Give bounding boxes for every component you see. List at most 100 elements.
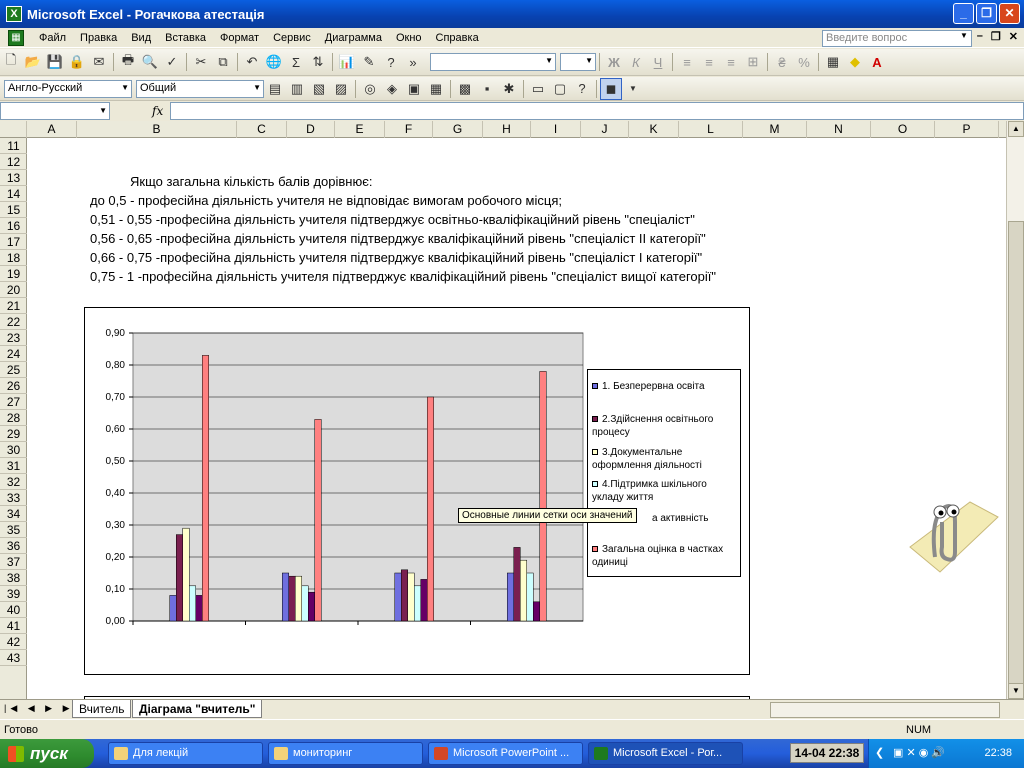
align-center-icon[interactable]: ≡ [698, 51, 720, 73]
row-header[interactable]: 42 [0, 634, 27, 650]
row-header[interactable]: 25 [0, 362, 27, 378]
menu-file[interactable]: Файл [32, 32, 73, 44]
permission-icon[interactable]: 🔒 [66, 51, 88, 73]
form-tool-icon-3[interactable]: ▧ [308, 78, 330, 100]
task-excel[interactable]: Microsoft Excel - Рог... [588, 742, 743, 765]
bold-icon[interactable]: Ж [603, 51, 625, 73]
toolbar-options-icon[interactable]: » [402, 51, 424, 73]
row-header[interactable]: 30 [0, 442, 27, 458]
office-assistant-icon[interactable] [900, 487, 1000, 577]
row-header[interactable]: 13 [0, 170, 27, 186]
column-header[interactable]: G [433, 121, 483, 138]
scroll-down-icon[interactable]: ▼ [1008, 683, 1024, 699]
row-header[interactable]: 21 [0, 298, 27, 314]
horizontal-scrollbar[interactable] [770, 702, 1000, 718]
row-header[interactable]: 16 [0, 218, 27, 234]
menu-insert[interactable]: Вставка [158, 32, 213, 44]
row-header[interactable]: 20 [0, 282, 27, 298]
row-header[interactable]: 24 [0, 346, 27, 362]
minimize-button[interactable]: _ [953, 3, 974, 24]
number-format-combo[interactable]: Общий ▼ [136, 79, 264, 98]
form-tool-icon-10[interactable]: ▪ [476, 78, 498, 100]
percent-icon[interactable]: % [793, 51, 815, 73]
task-powerpoint[interactable]: Microsoft PowerPoint ... [428, 742, 583, 765]
sort-ascending-icon[interactable]: ⇅ [307, 51, 329, 73]
row-header[interactable]: 27 [0, 394, 27, 410]
date-time-widget[interactable]: 14-04 22:38 [790, 743, 864, 763]
close-button[interactable]: ✕ [999, 3, 1020, 24]
row-header[interactable]: 28 [0, 410, 27, 426]
row-header[interactable]: 19 [0, 266, 27, 282]
row-header[interactable]: 36 [0, 538, 27, 554]
doc-minimize-button[interactable]: – [977, 30, 983, 43]
doc-restore-button[interactable]: ❐ [991, 30, 1001, 43]
cut-icon[interactable]: ✂ [190, 51, 212, 73]
row-header[interactable]: 18 [0, 250, 27, 266]
column-header[interactable]: K [629, 121, 679, 138]
formula-input[interactable] [170, 102, 1024, 120]
chart-type-icon[interactable]: ◼ [600, 77, 622, 100]
borders-icon[interactable]: ▦ [822, 51, 844, 73]
chart-wizard-icon[interactable]: 📊 [336, 51, 358, 73]
name-box[interactable]: ▼ [0, 102, 110, 120]
form-tool-icon-9[interactable]: ▩ [454, 78, 476, 100]
row-header[interactable]: 29 [0, 426, 27, 442]
form-tool-icon-8[interactable]: ▦ [425, 78, 447, 100]
chart-legend[interactable]: 1. Безперервна освіта 2.Здійснення освіт… [587, 369, 741, 577]
print-preview-icon[interactable]: 🔍 [139, 51, 161, 73]
align-right-icon[interactable]: ≡ [720, 51, 742, 73]
column-header[interactable]: I [531, 121, 581, 138]
copy-icon[interactable]: ⧉ [212, 51, 234, 73]
row-header[interactable]: 14 [0, 186, 27, 202]
task-folder-monitoring[interactable]: мониторинг [268, 742, 423, 765]
form-tool-icon-2[interactable]: ▥ [286, 78, 308, 100]
fill-color-icon[interactable]: ◆ [844, 51, 866, 73]
row-header[interactable]: 15 [0, 202, 27, 218]
form-tool-icon-6[interactable]: ◈ [381, 78, 403, 100]
row-header[interactable]: 11 [0, 138, 27, 154]
column-header[interactable]: F [385, 121, 433, 138]
undo-icon[interactable]: ↶ [241, 51, 263, 73]
scroll-thumb[interactable] [1008, 221, 1024, 691]
open-icon[interactable]: 📂 [22, 51, 44, 73]
form-tool-icon-12[interactable]: ▭ [527, 78, 549, 100]
form-tool-icon-11[interactable]: ✱ [498, 78, 520, 100]
doc-close-button[interactable]: ✕ [1009, 30, 1018, 43]
column-header[interactable]: N [807, 121, 871, 138]
scroll-up-icon[interactable]: ▲ [1008, 121, 1024, 137]
column-header[interactable]: M [743, 121, 807, 138]
column-header[interactable]: C [237, 121, 287, 138]
menu-edit[interactable]: Правка [73, 32, 124, 44]
menu-window[interactable]: Окно [389, 32, 429, 44]
column-header[interactable]: J [581, 121, 629, 138]
row-header[interactable]: 31 [0, 458, 27, 474]
start-button[interactable]: пуск [0, 739, 94, 768]
tray-expand-icon[interactable]: ❮ [875, 746, 884, 759]
menu-tools[interactable]: Сервис [266, 32, 318, 44]
form-tool-icon-7[interactable]: ▣ [403, 78, 425, 100]
fx-icon[interactable]: fx [152, 104, 163, 118]
form-tool-icon-5[interactable]: ◎ [359, 78, 381, 100]
row-header[interactable]: 26 [0, 378, 27, 394]
print-icon[interactable]: 🖶 [117, 51, 139, 73]
row-header[interactable]: 33 [0, 490, 27, 506]
currency-icon[interactable]: ₴ [771, 51, 793, 73]
menu-format[interactable]: Формат [213, 32, 266, 44]
form-tool-icon-14[interactable]: ? [571, 78, 593, 100]
font-color-icon[interactable]: A [866, 51, 888, 73]
column-header[interactable]: H [483, 121, 531, 138]
column-header[interactable]: B [77, 121, 237, 138]
form-tool-icon-4[interactable]: ▨ [330, 78, 352, 100]
tab-teacher[interactable]: Вчитель [72, 700, 132, 718]
row-header[interactable]: 35 [0, 522, 27, 538]
font-name-combo[interactable]: ▼ [430, 53, 556, 71]
help-icon[interactable]: ? [380, 51, 402, 73]
row-header[interactable]: 40 [0, 602, 27, 618]
column-header[interactable]: O [871, 121, 935, 138]
select-all-corner[interactable] [0, 121, 27, 138]
new-icon[interactable]: 🗋 [0, 51, 22, 73]
row-header[interactable]: 32 [0, 474, 27, 490]
row-header[interactable]: 38 [0, 570, 27, 586]
row-header[interactable]: 37 [0, 554, 27, 570]
row-header[interactable]: 39 [0, 586, 27, 602]
